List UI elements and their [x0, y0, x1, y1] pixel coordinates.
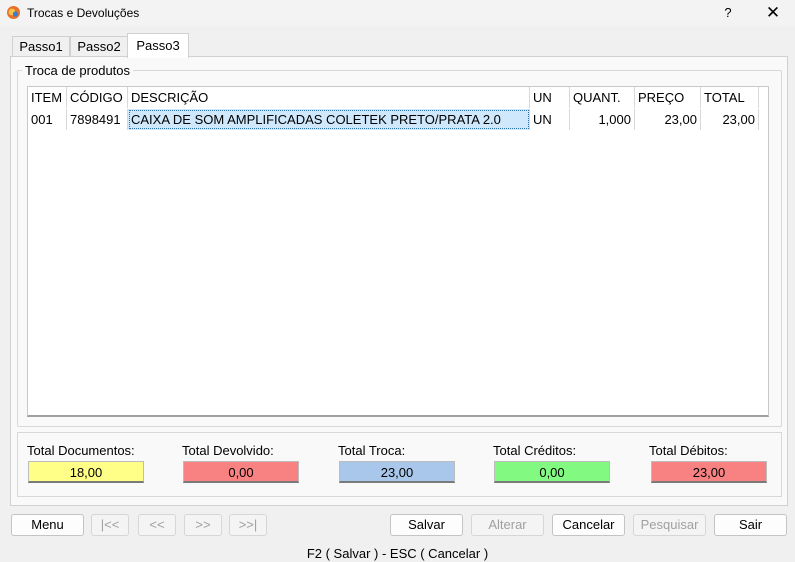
total-debitos-label: Total Débitos:: [649, 443, 728, 458]
cell-item[interactable]: 001: [28, 109, 67, 130]
total-creditos-field: 0,00: [494, 461, 610, 483]
cell-descricao[interactable]: CAIXA DE SOM AMPLIFICADAS COLETEK PRETO/…: [128, 109, 530, 130]
total-documentos-field: 18,00: [28, 461, 144, 483]
tab-passo1[interactable]: Passo1: [12, 36, 70, 57]
first-record-button[interactable]: |<<: [91, 514, 129, 536]
column-header-item[interactable]: ITEM: [28, 87, 67, 108]
groupbox-title: Troca de produtos: [22, 63, 134, 78]
total-devolvido-label: Total Devolvido:: [182, 443, 274, 458]
window-title: Trocas e Devoluções: [27, 6, 140, 20]
menu-button[interactable]: Menu: [11, 514, 84, 536]
total-troca-field: 23,00: [339, 461, 455, 483]
close-button[interactable]: ✕: [759, 1, 787, 25]
shortcut-hint: F2 ( Salvar ) - ESC ( Cancelar ): [306, 546, 489, 561]
column-header-descricao[interactable]: DESCRIÇÃO: [128, 87, 530, 108]
cell-codigo[interactable]: 7898491: [67, 109, 128, 130]
next-record-button[interactable]: >>: [184, 514, 222, 536]
edit-button[interactable]: Alterar: [471, 514, 544, 536]
column-header-preco[interactable]: PREÇO: [635, 87, 701, 108]
total-creditos-label: Total Créditos:: [493, 443, 577, 458]
total-troca-label: Total Troca:: [338, 443, 406, 458]
exit-button[interactable]: Sair: [714, 514, 787, 536]
app-icon: [7, 6, 20, 19]
column-header-quant[interactable]: QUANT.: [570, 87, 635, 108]
last-record-button[interactable]: >>|: [229, 514, 267, 536]
cancel-button[interactable]: Cancelar: [552, 514, 625, 536]
tab-passo2[interactable]: Passo2: [70, 36, 128, 57]
cell-preco[interactable]: 23,00: [635, 109, 701, 130]
column-header-codigo[interactable]: CÓDIGO: [67, 87, 128, 108]
total-documentos-label: Total Documentos:: [27, 443, 135, 458]
cell-un[interactable]: UN: [530, 109, 570, 130]
cell-total[interactable]: 23,00: [701, 109, 759, 130]
help-button[interactable]: ?: [716, 1, 740, 25]
search-button[interactable]: Pesquisar: [633, 514, 706, 536]
column-header-total[interactable]: TOTAL: [701, 87, 759, 108]
cell-quant[interactable]: 1,000: [570, 109, 635, 130]
save-button[interactable]: Salvar: [390, 514, 463, 536]
title-bar: Trocas e Devoluções ? ✕: [0, 0, 795, 26]
previous-record-button[interactable]: <<: [138, 514, 176, 536]
total-debitos-field: 23,00: [651, 461, 767, 483]
column-header-un[interactable]: UN: [530, 87, 570, 108]
products-grid[interactable]: ITEM CÓDIGO DESCRIÇÃO UN QUANT. PREÇO TO…: [27, 86, 769, 417]
total-devolvido-field: 0,00: [183, 461, 299, 483]
tab-passo3[interactable]: Passo3: [127, 33, 189, 58]
